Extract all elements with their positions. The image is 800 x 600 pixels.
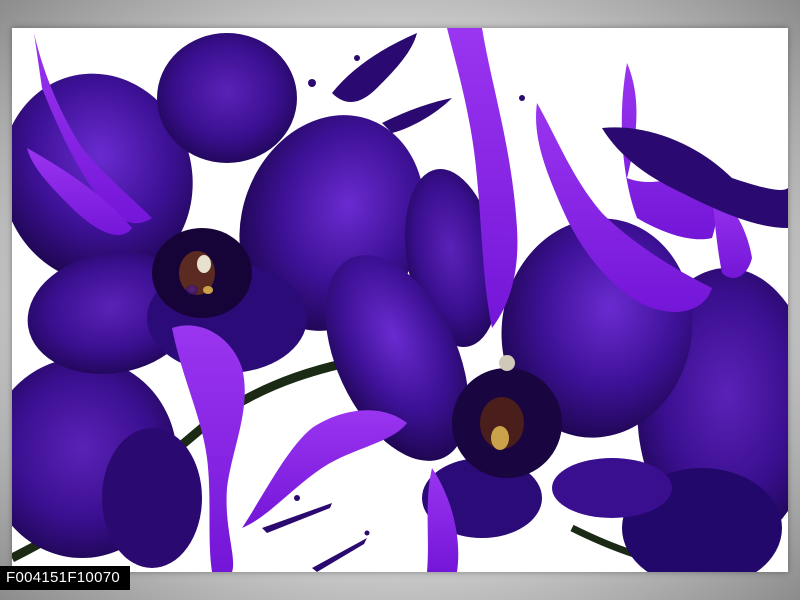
canvas-print-artwork [12, 28, 788, 572]
ink-droplet [354, 55, 360, 61]
product-code-label: F004151F10070 [0, 566, 130, 590]
ink-splash [312, 538, 367, 572]
ink-droplet [519, 95, 525, 101]
ink-droplet [364, 530, 370, 536]
ink-splash [332, 33, 417, 103]
ink-droplet [308, 79, 316, 87]
orchid-flower-lower-left [12, 358, 202, 568]
ink-splash [382, 98, 452, 133]
orchid-paint-splash-image [12, 28, 788, 572]
ink-droplet [294, 495, 300, 501]
paint-splash [242, 410, 407, 528]
